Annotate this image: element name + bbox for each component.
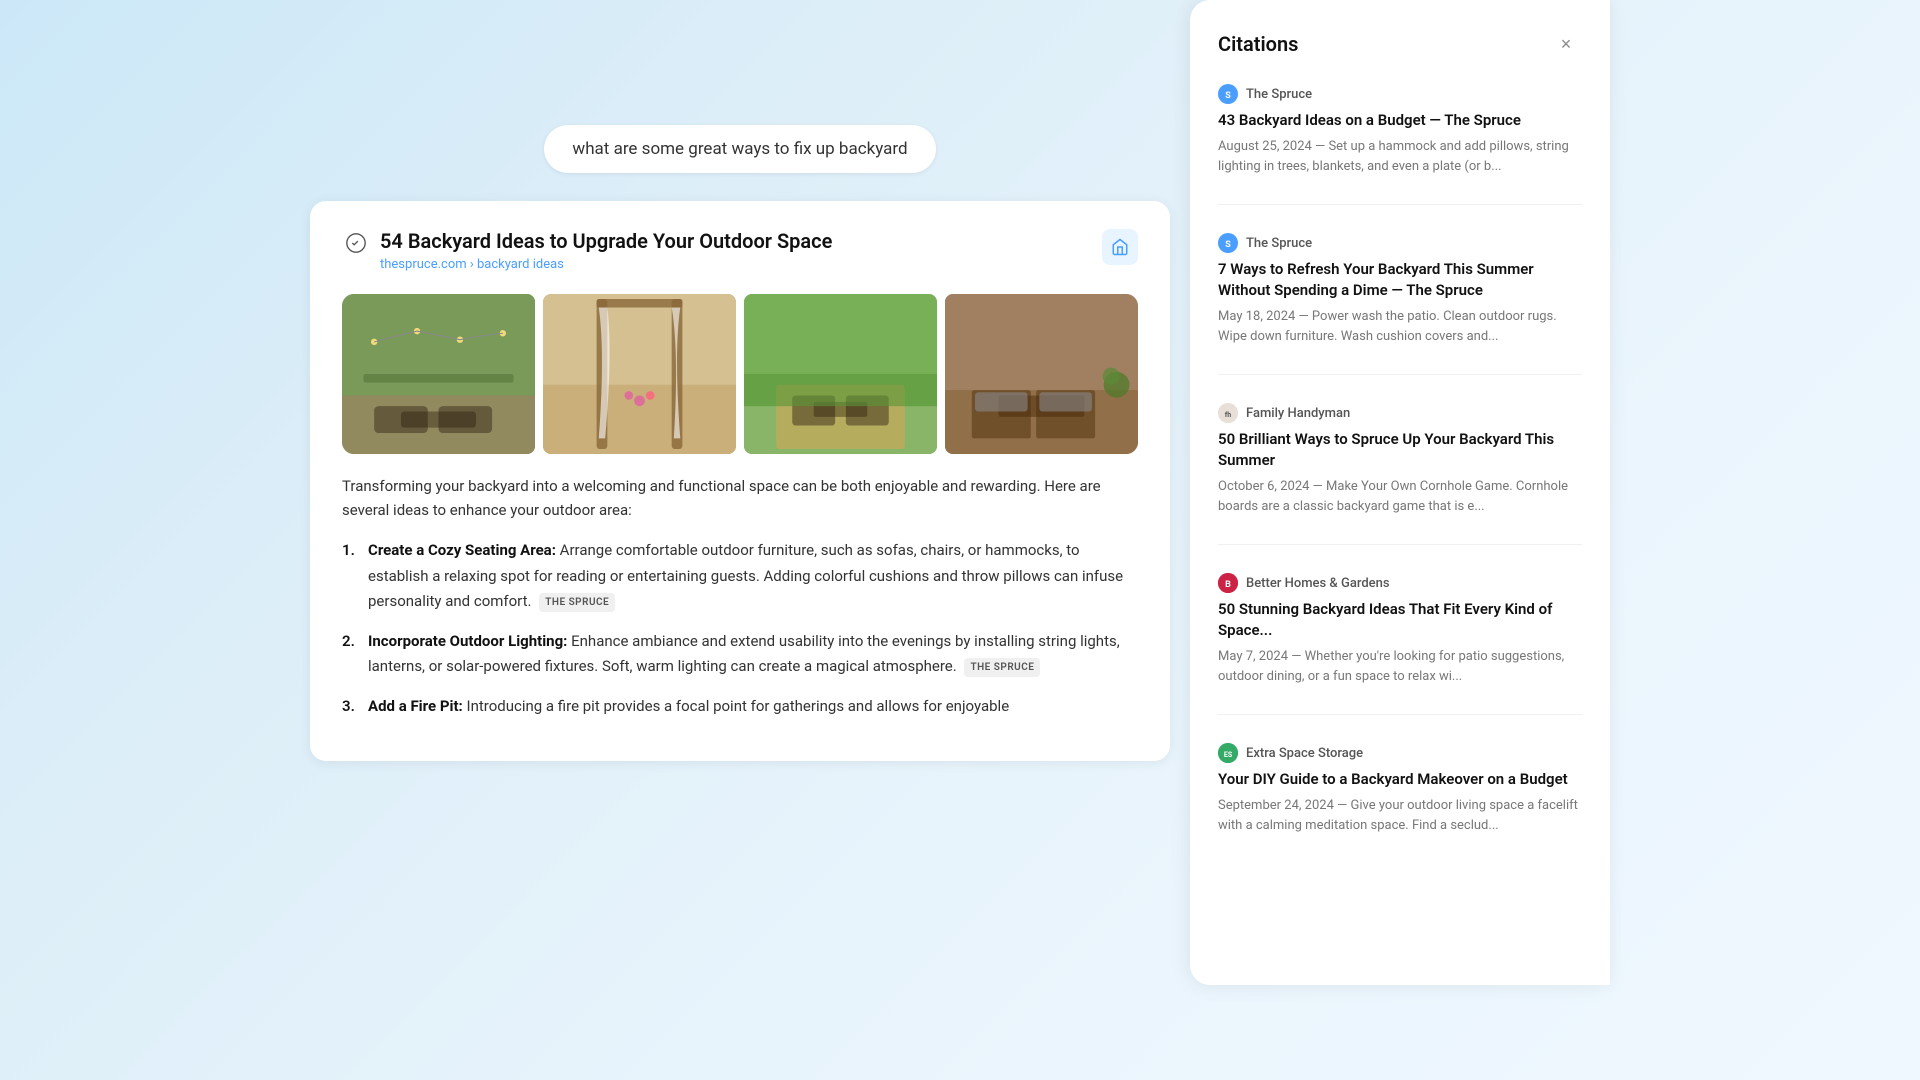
citation-item-5: ES Extra Space Storage Your DIY Guide to…	[1218, 743, 1582, 863]
spruce-icon-2: S	[1218, 233, 1238, 253]
svg-text:ES: ES	[1224, 751, 1233, 759]
citation-source-name-1: The Spruce	[1246, 87, 1312, 102]
fh-icon: fh	[1218, 403, 1238, 423]
es-icon: ES	[1218, 743, 1238, 763]
citation-excerpt-1: August 25, 2024 — Set up a hammock and a…	[1218, 137, 1582, 176]
list-item-content-1: Create a Cozy Seating Area: Arrange comf…	[368, 538, 1138, 615]
answer-list: 1. Create a Cozy Seating Area: Arrange c…	[342, 538, 1138, 719]
query-bubble: what are some great ways to fix up backy…	[544, 125, 935, 173]
citations-header: Citations ×	[1218, 28, 1582, 60]
citation-item-4: B Better Homes & Gardens 50 Stunning Bac…	[1218, 573, 1582, 715]
image-grid	[342, 294, 1138, 454]
close-icon: ×	[1561, 34, 1572, 55]
gpt-icon	[342, 229, 370, 257]
citation-source-name-4: Better Homes & Gardens	[1246, 576, 1390, 591]
answer-title: 54 Backyard Ideas to Upgrade Your Outdoo…	[380, 229, 1102, 253]
citation-source-name-5: Extra Space Storage	[1246, 746, 1363, 761]
list-item-title-3: Add a Fire Pit:	[368, 697, 463, 715]
citation-article-title-2[interactable]: 7 Ways to Refresh Your Backyard This Sum…	[1218, 259, 1582, 301]
svg-text:fh: fh	[1225, 411, 1232, 419]
close-citations-button[interactable]: ×	[1550, 28, 1582, 60]
list-num-1: 1.	[342, 538, 362, 564]
list-item-text-3: Introducing a fire pit provides a focal …	[467, 697, 1010, 715]
svg-text:B: B	[1225, 580, 1231, 590]
answer-source-link[interactable]: thespruce.com › backyard ideas	[380, 257, 1102, 272]
citation-excerpt-2: May 18, 2024 — Power wash the patio. Cle…	[1218, 307, 1582, 346]
list-item-content-2: Incorporate Outdoor Lighting: Enhance am…	[368, 629, 1138, 680]
backyard-image-1	[342, 294, 535, 454]
svg-text:S: S	[1225, 91, 1231, 101]
citation-article-title-1[interactable]: 43 Backyard Ideas on a Budget — The Spru…	[1218, 110, 1582, 131]
backyard-image-3	[744, 294, 937, 454]
citation-source-name-3: Family Handyman	[1246, 406, 1350, 421]
spruce-icon-1: S	[1218, 84, 1238, 104]
citation-item-3: fh Family Handyman 50 Brilliant Ways to …	[1218, 403, 1582, 545]
citation-item-2: S The Spruce 7 Ways to Refresh Your Back…	[1218, 233, 1582, 375]
citations-title: Citations	[1218, 32, 1298, 56]
svg-text:S: S	[1225, 240, 1231, 250]
citations-panel: Citations × S The Spruce 43 Backyard Ide…	[1190, 0, 1610, 985]
citation-badge-2[interactable]: THE SPRUCE	[964, 658, 1040, 677]
list-item: 1. Create a Cozy Seating Area: Arrange c…	[342, 538, 1138, 615]
citation-source-row-5: ES Extra Space Storage	[1218, 743, 1582, 763]
home-button[interactable]	[1102, 229, 1138, 265]
backyard-image-2	[543, 294, 736, 454]
query-text: what are some great ways to fix up backy…	[572, 139, 907, 159]
backyard-image-4	[945, 294, 1138, 454]
citation-source-row-2: S The Spruce	[1218, 233, 1582, 253]
list-item-content-3: Add a Fire Pit: Introducing a fire pit p…	[368, 694, 1138, 720]
citation-excerpt-5: September 24, 2024 — Give your outdoor l…	[1218, 796, 1582, 835]
answer-card: 54 Backyard Ideas to Upgrade Your Outdoo…	[310, 201, 1170, 761]
list-item: 2. Incorporate Outdoor Lighting: Enhance…	[342, 629, 1138, 680]
citation-article-title-4[interactable]: 50 Stunning Backyard Ideas That Fit Ever…	[1218, 599, 1582, 641]
citation-source-row-1: S The Spruce	[1218, 84, 1582, 104]
answer-intro: Transforming your backyard into a welcom…	[342, 474, 1138, 522]
list-item-title-2: Incorporate Outdoor Lighting:	[368, 632, 567, 650]
list-num-2: 2.	[342, 629, 362, 655]
list-item: 3. Add a Fire Pit: Introducing a fire pi…	[342, 694, 1138, 720]
citation-badge-1[interactable]: THE SPRUCE	[539, 593, 615, 612]
citation-item-1: S The Spruce 43 Backyard Ideas on a Budg…	[1218, 84, 1582, 205]
list-item-title-1: Create a Cozy Seating Area:	[368, 541, 556, 559]
citation-excerpt-3: October 6, 2024 — Make Your Own Cornhole…	[1218, 477, 1582, 516]
list-num-3: 3.	[342, 694, 362, 720]
citation-article-title-3[interactable]: 50 Brilliant Ways to Spruce Up Your Back…	[1218, 429, 1582, 471]
citation-article-title-5[interactable]: Your DIY Guide to a Backyard Makeover on…	[1218, 769, 1582, 790]
answer-header: 54 Backyard Ideas to Upgrade Your Outdoo…	[342, 229, 1138, 288]
citation-source-row-4: B Better Homes & Gardens	[1218, 573, 1582, 593]
citation-excerpt-4: May 7, 2024 — Whether you're looking for…	[1218, 647, 1582, 686]
citation-source-name-2: The Spruce	[1246, 236, 1312, 251]
bhg-icon: B	[1218, 573, 1238, 593]
answer-source-text: thespruce.com › backyard ideas	[380, 257, 564, 272]
citation-source-row-3: fh Family Handyman	[1218, 403, 1582, 423]
